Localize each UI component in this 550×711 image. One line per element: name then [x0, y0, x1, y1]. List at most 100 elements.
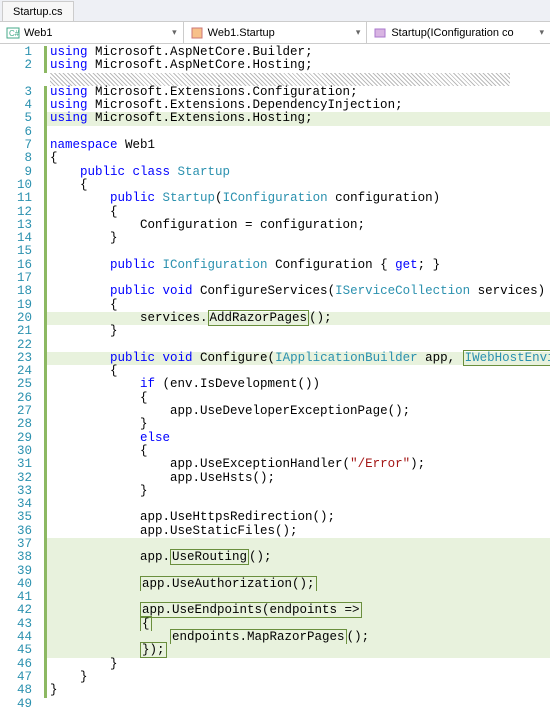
project-dropdown[interactable]: C# Web1 ▾	[0, 22, 184, 43]
token-punct: }	[110, 324, 118, 338]
code-line[interactable]: {	[44, 365, 550, 378]
code-line[interactable]: {	[44, 206, 550, 219]
line-number: 25	[0, 378, 32, 391]
collapsed-region-hatch	[50, 73, 510, 86]
token-punct: }	[140, 417, 148, 431]
code-line[interactable]: using Microsoft.Extensions.Configuration…	[44, 86, 550, 99]
code-line[interactable]: }	[44, 232, 550, 245]
code-line[interactable]: {	[44, 445, 550, 458]
token-kw: using	[50, 98, 95, 112]
change-marker	[44, 352, 47, 365]
change-marker	[44, 618, 47, 631]
code-line[interactable]: {	[44, 152, 550, 165]
change-marker	[44, 671, 47, 684]
change-marker	[44, 272, 47, 285]
token-mem: Configure	[200, 351, 268, 365]
code-line[interactable]: }	[44, 671, 550, 684]
member-name: Startup(IConfiguration co	[391, 27, 513, 39]
code-line[interactable]: app.UseHsts();	[44, 472, 550, 485]
code-line[interactable]: using Microsoft.Extensions.Hosting;	[44, 112, 550, 125]
member-dropdown[interactable]: Startup(IConfiguration co ▾	[367, 22, 550, 43]
code-line[interactable]: public void ConfigureServices(IServiceCo…	[44, 285, 550, 298]
code-line[interactable]: app.UseDeveloperExceptionPage();	[44, 405, 550, 418]
code-line[interactable]: }	[44, 418, 550, 431]
code-line[interactable]	[44, 272, 550, 285]
token-punct: (	[215, 191, 223, 205]
token-type: Startup	[163, 191, 216, 205]
code-line[interactable]: });	[44, 644, 550, 657]
code-line[interactable]: {	[44, 392, 550, 405]
code-line[interactable]: public Startup(IConfiguration configurat…	[44, 192, 550, 205]
code-line[interactable]: using Microsoft.AspNetCore.Hosting;	[44, 59, 550, 72]
file-tab[interactable]: Startup.cs	[2, 1, 74, 21]
token-punct: ();	[347, 630, 370, 644]
line-number: 9	[0, 166, 32, 179]
code-line[interactable]: using Microsoft.AspNetCore.Builder;	[44, 46, 550, 59]
token-mem: app.	[140, 550, 170, 564]
change-marker	[44, 631, 47, 644]
chevron-down-icon: ▾	[172, 27, 177, 38]
line-number: 14	[0, 232, 32, 245]
change-marker	[44, 206, 47, 219]
code-line[interactable]: using Microsoft.Extensions.DependencyInj…	[44, 99, 550, 112]
code-editor[interactable]: 1234567891011121314151617181920212223242…	[0, 44, 550, 700]
code-line[interactable]: app.UseAuthorization();	[44, 578, 550, 591]
code-line[interactable]: services.AddRazorPages();	[44, 312, 550, 325]
code-line[interactable]: else	[44, 432, 550, 445]
line-number: 6	[0, 126, 32, 139]
token-punct: ;	[305, 58, 313, 72]
code-line[interactable]: if (env.IsDevelopment())	[44, 378, 550, 391]
change-marker	[44, 192, 47, 205]
code-line[interactable]	[44, 73, 550, 86]
change-marker	[44, 392, 47, 405]
change-marker	[44, 312, 47, 325]
navigation-dropdown-row: C# Web1 ▾ Web1.Startup ▾ Startup(IConfig…	[0, 22, 550, 44]
line-number: 48	[0, 684, 32, 697]
token-ns: Microsoft.Extensions.Hosting	[95, 111, 305, 125]
code-line[interactable]: app.UseExceptionHandler("/Error");	[44, 458, 550, 471]
token-ns: Microsoft.AspNetCore.Hosting	[95, 58, 305, 72]
token-mem: app.UseHttpsRedirection();	[140, 510, 335, 524]
change-marker	[44, 112, 47, 125]
line-number: 38	[0, 551, 32, 564]
line-number: 16	[0, 259, 32, 272]
token-mem: app.UseDeveloperExceptionPage();	[170, 404, 410, 418]
code-line[interactable]: }	[44, 325, 550, 338]
change-marker	[44, 285, 47, 298]
code-line[interactable]: public class Startup	[44, 166, 550, 179]
code-line[interactable]	[44, 498, 550, 511]
line-number-gutter: 1234567891011121314151617181920212223242…	[0, 44, 40, 700]
token-type: IWebHostEnvironment	[463, 350, 550, 366]
code-line[interactable]	[44, 245, 550, 258]
token-kw: using	[50, 58, 95, 72]
code-surface[interactable]: using Microsoft.AspNetCore.Builder;using…	[40, 44, 550, 700]
code-line[interactable]: }	[44, 684, 550, 697]
code-line[interactable]: app.UseEndpoints(endpoints =>	[44, 604, 550, 617]
change-marker	[44, 232, 47, 245]
code-line[interactable]: }	[44, 658, 550, 671]
line-number: 17	[0, 272, 32, 285]
token-mem: app.UseEndpoints(endpoints =>	[140, 602, 362, 618]
code-line[interactable]: app.UseRouting();	[44, 551, 550, 564]
token-type: Startup	[178, 165, 231, 179]
code-line[interactable]	[44, 126, 550, 139]
class-dropdown[interactable]: Web1.Startup ▾	[184, 22, 368, 43]
change-marker	[44, 684, 47, 697]
code-line[interactable]: app.UseHttpsRedirection();	[44, 511, 550, 524]
token-punct: services)	[470, 284, 545, 298]
change-marker	[44, 339, 47, 352]
line-number: 32	[0, 472, 32, 485]
token-punct: ;	[350, 85, 358, 99]
class-name: Web1.Startup	[208, 27, 275, 39]
code-line[interactable]: {	[44, 179, 550, 192]
change-marker	[44, 498, 47, 511]
code-line[interactable]: }	[44, 485, 550, 498]
code-line[interactable]: public IConfiguration Configuration { ge…	[44, 259, 550, 272]
change-marker	[44, 472, 47, 485]
code-line[interactable]: app.UseStaticFiles();	[44, 525, 550, 538]
change-marker	[44, 325, 47, 338]
code-line[interactable]: namespace Web1	[44, 139, 550, 152]
code-line[interactable]: Configuration = configuration;	[44, 219, 550, 232]
line-number: 33	[0, 485, 32, 498]
code-line[interactable]: public void Configure(IApplicationBuilde…	[44, 352, 550, 365]
